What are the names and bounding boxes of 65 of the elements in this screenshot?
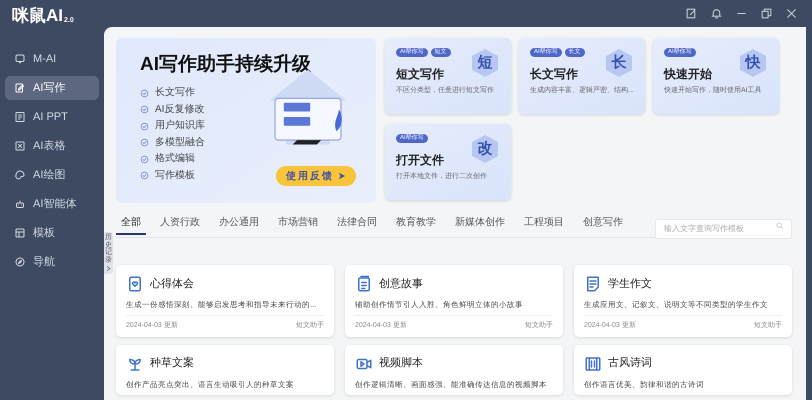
sidebar-item[interactable]: M-AI	[5, 47, 99, 71]
sidebar-item[interactable]: 导航	[5, 250, 99, 274]
banner-title: AI写作助手持续升级	[140, 52, 312, 77]
chevron-icon	[105, 264, 112, 272]
sidebar-item[interactable]: AI写作	[5, 76, 99, 100]
category-tab[interactable]: 教育教学	[391, 215, 441, 235]
chat-bubble-icon	[14, 53, 26, 65]
table-icon	[14, 140, 26, 152]
template-icon	[14, 227, 26, 239]
check-circle-icon	[140, 138, 149, 148]
check-circle-icon	[140, 105, 149, 114]
category-tab[interactable]: 人资行政	[155, 215, 205, 235]
restore-icon[interactable]	[760, 7, 773, 20]
feature-text: AI反复修改	[155, 102, 204, 116]
palette-icon	[14, 169, 26, 181]
card-title: 快速开始	[664, 66, 713, 82]
close-icon[interactable]	[785, 7, 798, 20]
card-title: 打开文件	[396, 152, 445, 168]
check-circle-icon	[140, 122, 149, 131]
template-title: 学生作文	[608, 276, 652, 292]
glyph-icon: 长	[606, 49, 632, 77]
template-title: 古风诗词	[608, 356, 652, 372]
app-logo: 咪鼠AI	[12, 7, 63, 24]
sidebar-item[interactable]: AI智能体	[5, 192, 99, 216]
paper-icon	[584, 275, 602, 293]
category-tab[interactable]: 创意写作	[578, 215, 628, 235]
sidebar-item[interactable]: AI表格	[5, 134, 99, 158]
bell-icon[interactable]	[710, 7, 723, 20]
feedback-button[interactable]: 使用反馈	[276, 166, 356, 186]
template-title: 创意故事	[379, 276, 423, 292]
edit-document-icon	[14, 82, 26, 94]
check-circle-icon	[140, 154, 149, 164]
category-tab[interactable]: 新媒体创作	[450, 215, 510, 235]
card-title: 长文写作	[530, 66, 579, 82]
template-title: 种草文案	[150, 356, 194, 372]
category-tab[interactable]: 全部	[116, 215, 146, 235]
card-title: 短文写作	[396, 66, 445, 82]
sidebar-item[interactable]: AI PPT	[5, 105, 99, 129]
compass-icon	[14, 256, 26, 268]
feature-text: 格式编辑	[155, 152, 195, 166]
template-title: 心得体会	[150, 276, 194, 292]
glyph-icon: 短	[472, 49, 498, 77]
check-circle-icon	[140, 171, 149, 180]
feature-text: 多模型融合	[155, 136, 205, 150]
robot-icon	[14, 198, 26, 210]
search-field[interactable]: 输入文字查询写作模板	[655, 218, 792, 238]
edit-icon[interactable]	[685, 7, 698, 20]
feature-text: 写作模板	[155, 168, 195, 182]
scroll-icon	[584, 354, 602, 372]
check-circle-icon	[140, 88, 149, 98]
category-tab[interactable]: 法律合同	[332, 215, 382, 235]
sidebar-item[interactable]: 模板	[5, 221, 99, 245]
feature-text: 用户知识库	[155, 119, 205, 133]
category-tab[interactable]: 市场营销	[273, 215, 323, 235]
feature-text: 长文写作	[155, 86, 195, 100]
arrow-right-icon	[338, 172, 346, 180]
sidebar-item[interactable]: AI绘图	[5, 163, 99, 187]
template-title: 视频脚本	[379, 356, 423, 372]
document-icon	[355, 275, 373, 293]
slides-icon	[14, 111, 26, 123]
glyph-icon: 快	[740, 49, 766, 77]
search-icon	[775, 220, 784, 230]
category-tab[interactable]: 办公通用	[214, 215, 264, 235]
glyph-icon: 改	[472, 135, 498, 163]
category-tab[interactable]: 工程项目	[519, 215, 569, 235]
